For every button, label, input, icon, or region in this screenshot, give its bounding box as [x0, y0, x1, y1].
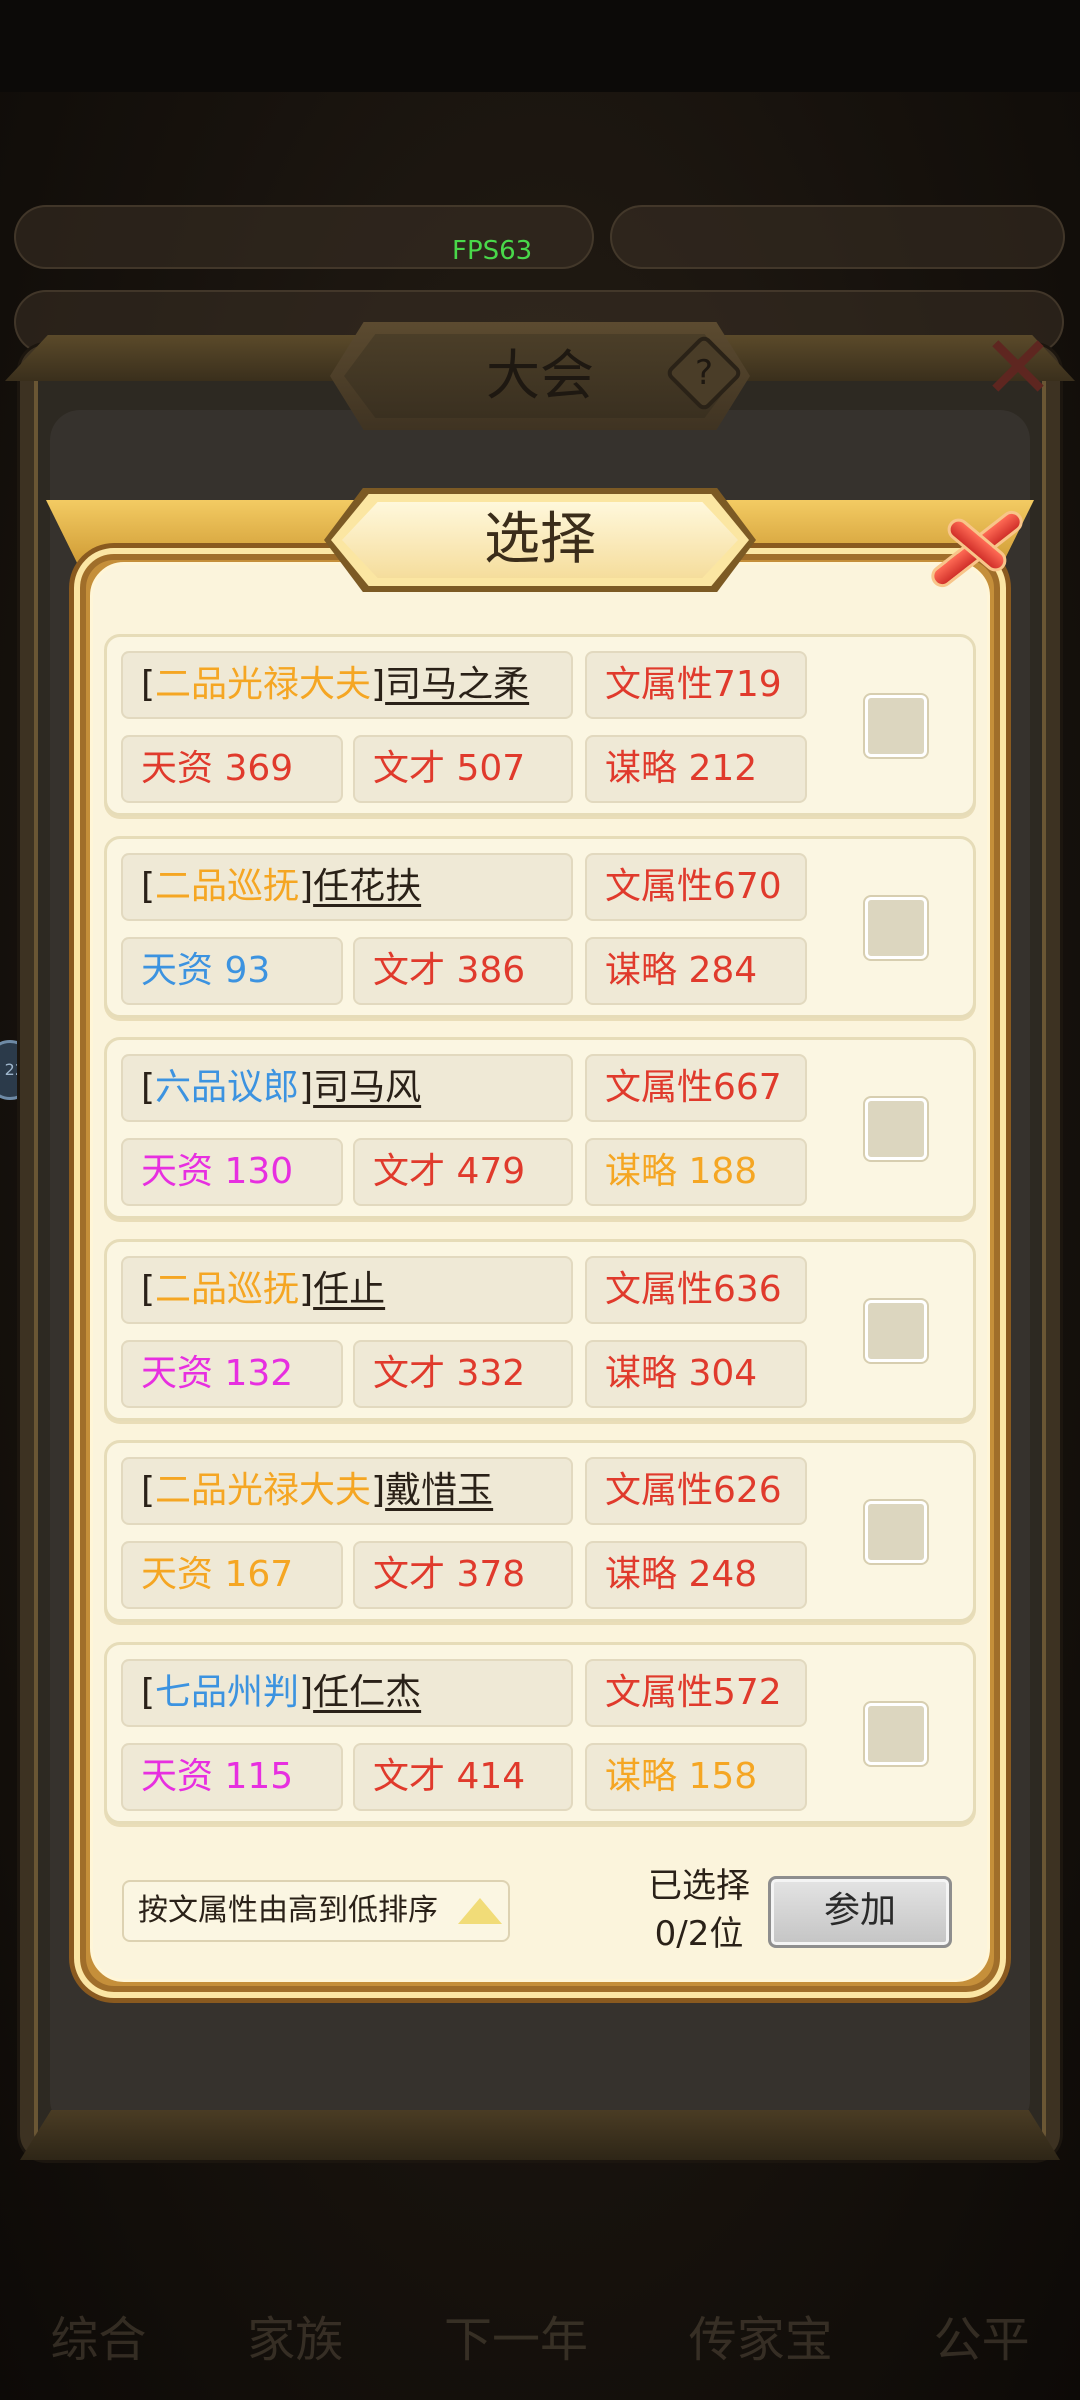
talent-stat: 天资 167 — [121, 1541, 343, 1609]
talent-stat: 天资 115 — [121, 1743, 343, 1811]
strategy-stat: 谋略 212 — [585, 735, 807, 803]
select-checkbox[interactable] — [865, 897, 927, 959]
official-card[interactable]: [二品巡抚]任止 文属性636 天资 132 文才 332 谋略 304 — [104, 1239, 976, 1421]
official-name-cell[interactable]: [二品巡抚]任止 — [121, 1256, 573, 1324]
official-rank: 七品州判 — [155, 1672, 300, 1713]
select-checkbox[interactable] — [865, 1703, 927, 1765]
official-name-cell[interactable]: [二品巡抚]任花扶 — [121, 853, 573, 921]
official-card[interactable]: [七品州判]任仁杰 文属性572 天资 115 文才 414 谋略 158 — [104, 1642, 976, 1824]
strategy-stat: 谋略 188 — [585, 1138, 807, 1206]
talent-stat: 天资 132 — [121, 1340, 343, 1408]
literary-attribute: 文属性667 — [585, 1054, 807, 1122]
background-currency — [610, 205, 1065, 269]
official-card[interactable]: [二品光禄大夫]司马之柔 文属性719 天资 369 文才 507 谋略 212 — [104, 634, 976, 816]
literary-talent-stat: 文才 378 — [353, 1541, 573, 1609]
official-name[interactable]: 任止 — [313, 1269, 385, 1310]
official-name[interactable]: 戴惜玉 — [385, 1470, 493, 1511]
official-card[interactable]: [六品议郎]司马风 文属性667 天资 130 文才 479 谋略 188 — [104, 1037, 976, 1219]
literary-attribute: 文属性636 — [585, 1256, 807, 1324]
official-rank: 二品巡抚 — [155, 866, 300, 907]
literary-talent-stat: 文才 479 — [353, 1138, 573, 1206]
close-icon[interactable]: ✕ — [968, 318, 1068, 418]
background-nav-bar: 综合 家族 下一年 传家宝 公平 — [0, 2180, 1080, 2400]
strategy-stat: 谋略 158 — [585, 1743, 807, 1811]
sort-button-label: 按文属性由高到低排序 — [138, 1893, 438, 1928]
official-name[interactable]: 任花扶 — [313, 866, 421, 907]
talent-stat: 天资 93 — [121, 937, 343, 1005]
join-button[interactable]: 参加 — [768, 1876, 952, 1948]
official-rank: 二品光禄大夫 — [155, 664, 372, 705]
dialog-title: 选择 — [484, 507, 596, 572]
select-checkbox[interactable] — [865, 1501, 927, 1563]
strategy-stat: 谋略 284 — [585, 937, 807, 1005]
official-rank: 六品议郎 — [155, 1067, 300, 1108]
selected-count: 0/2位 — [654, 1914, 744, 1954]
talent-stat: 天资 369 — [121, 735, 343, 803]
literary-talent-stat: 文才 332 — [353, 1340, 573, 1408]
select-checkbox[interactable] — [865, 695, 927, 757]
sort-arrow-icon — [458, 1898, 502, 1924]
literary-talent-stat: 文才 386 — [353, 937, 573, 1005]
dialog-close-icon[interactable] — [912, 488, 1032, 598]
literary-talent-stat: 文才 507 — [353, 735, 573, 803]
official-card[interactable]: [二品光禄大夫]戴惜玉 文属性626 天资 167 文才 378 谋略 248 — [104, 1440, 976, 1622]
nav-item: 家族 — [247, 2312, 344, 2368]
fps-counter: FPS63 — [452, 236, 533, 266]
literary-attribute: 文属性572 — [585, 1659, 807, 1727]
official-name[interactable]: 任仁杰 — [313, 1672, 421, 1713]
nav-item: 下一年 — [443, 2312, 588, 2368]
official-name-cell[interactable]: [二品光禄大夫]戴惜玉 — [121, 1457, 573, 1525]
official-card[interactable]: [二品巡抚]任花扶 文属性670 天资 93 文才 386 谋略 284 — [104, 836, 976, 1018]
literary-talent-stat: 文才 414 — [353, 1743, 573, 1811]
strategy-stat: 谋略 248 — [585, 1541, 807, 1609]
sort-button[interactable]: 按文属性由高到低排序 — [122, 1880, 510, 1942]
official-name[interactable]: 司马之柔 — [385, 664, 529, 705]
talent-stat: 天资 130 — [121, 1138, 343, 1206]
nav-item: 传家宝 — [688, 2312, 833, 2368]
literary-attribute: 文属性670 — [585, 853, 807, 921]
official-rank: 二品巡抚 — [155, 1269, 300, 1310]
literary-attribute: 文属性719 — [585, 651, 807, 719]
official-name-cell[interactable]: [六品议郎]司马风 — [121, 1054, 573, 1122]
outer-panel-bottom-ribbon — [20, 2110, 1060, 2160]
selected-label: 已选择 — [648, 1866, 750, 1906]
official-name-cell[interactable]: [二品光禄大夫]司马之柔 — [121, 651, 573, 719]
strategy-stat: 谋略 304 — [585, 1340, 807, 1408]
official-name[interactable]: 司马风 — [313, 1067, 421, 1108]
nav-item: 综合 — [50, 2312, 147, 2368]
literary-attribute: 文属性626 — [585, 1457, 807, 1525]
official-rank: 二品光禄大夫 — [155, 1470, 372, 1511]
official-name-cell[interactable]: [七品州判]任仁杰 — [121, 1659, 573, 1727]
select-checkbox[interactable] — [865, 1098, 927, 1160]
select-checkbox[interactable] — [865, 1300, 927, 1362]
nav-item: 公平 — [933, 2312, 1030, 2368]
